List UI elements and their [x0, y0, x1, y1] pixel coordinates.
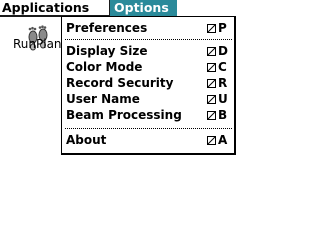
shortcut-key: C — [218, 60, 227, 74]
menu-item-label: Beam Processing — [66, 108, 182, 122]
shortcut-key: A — [218, 133, 228, 147]
menu-item-label: Record Security — [66, 76, 174, 90]
shortcut: U — [207, 92, 232, 107]
menu-applications[interactable]: Applications — [0, 0, 109, 17]
command-stroke-icon — [207, 24, 216, 33]
command-stroke-icon — [207, 136, 216, 145]
menu-item-display-size[interactable]: Display Size D — [66, 44, 232, 59]
command-stroke-icon — [207, 79, 216, 88]
command-stroke-icon — [207, 111, 216, 120]
shortcut-key: U — [218, 92, 228, 106]
menu-item-label: Display Size — [66, 44, 148, 58]
menu-item-record-security[interactable]: Record Security R — [66, 76, 232, 91]
command-stroke-icon — [207, 63, 216, 72]
menu-item-label: About — [66, 133, 107, 147]
menu-separator — [65, 39, 232, 40]
shortcut: R — [207, 76, 232, 91]
shortcut: B — [207, 108, 232, 123]
command-stroke-icon — [207, 95, 216, 104]
menu-separator — [65, 128, 232, 129]
shortcut-key: D — [218, 44, 228, 58]
menu-item-label: Preferences — [66, 21, 148, 35]
menu-bar: Applications Options — [0, 0, 240, 17]
shortcut: C — [207, 60, 232, 75]
menu-item-user-name[interactable]: User Name U — [66, 92, 232, 107]
menu-item-label: Color Mode — [66, 60, 143, 74]
menu-item-color-mode[interactable]: Color Mode C — [66, 60, 232, 75]
shortcut-key: B — [218, 108, 228, 122]
shortcut-key: R — [218, 76, 228, 90]
command-stroke-icon — [207, 47, 216, 56]
shortcut: D — [207, 44, 232, 59]
menu-options[interactable]: Options — [110, 0, 177, 17]
shortcut: P — [207, 21, 232, 36]
menu-item-label: User Name — [66, 92, 140, 106]
options-dropdown-menu: Preferences P Display Size D Color Mode … — [61, 16, 236, 155]
app-label-runplan[interactable]: RunPlan — [13, 38, 62, 50]
shortcut-key: P — [218, 21, 227, 35]
menu-item-preferences[interactable]: Preferences P — [66, 21, 232, 36]
menu-item-about[interactable]: About A — [66, 133, 232, 148]
menu-item-beam-processing[interactable]: Beam Processing B — [66, 108, 232, 123]
shortcut: A — [207, 133, 232, 148]
